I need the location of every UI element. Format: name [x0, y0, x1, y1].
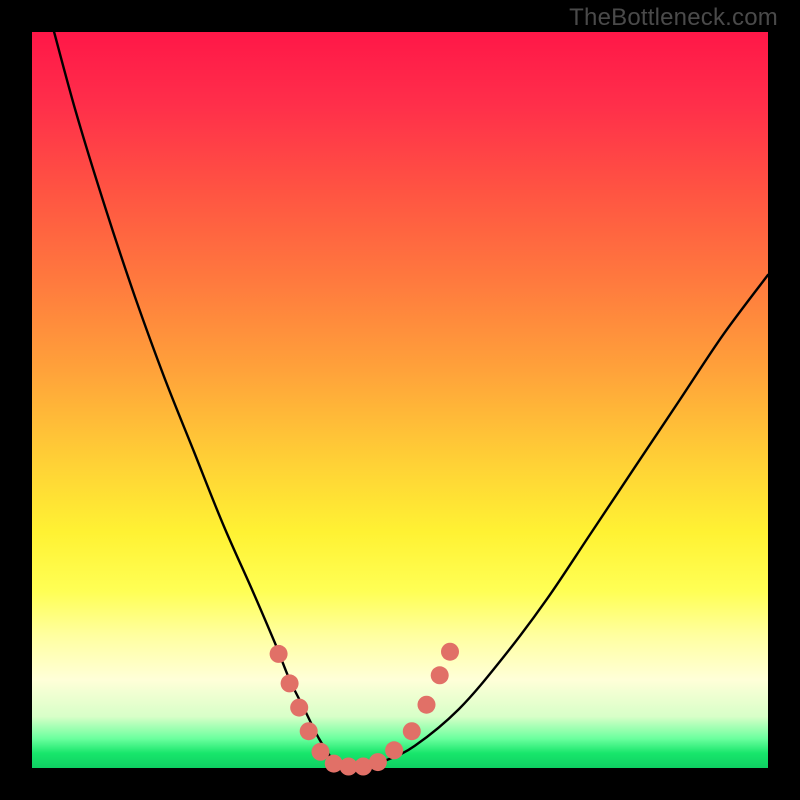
curve-marker — [281, 674, 299, 692]
chart-frame: TheBottleneck.com — [0, 0, 800, 800]
curve-marker — [270, 645, 288, 663]
curve-layer — [32, 32, 768, 768]
curve-marker — [369, 753, 387, 771]
curve-marker — [418, 696, 436, 714]
curve-marker — [300, 722, 318, 740]
watermark-label: TheBottleneck.com — [569, 4, 778, 32]
curve-marker — [403, 722, 421, 740]
bottleneck-curve — [54, 32, 768, 769]
curve-marker — [431, 666, 449, 684]
curve-marker — [385, 741, 403, 759]
curve-marker — [441, 643, 459, 661]
curve-markers — [270, 643, 459, 776]
curve-marker — [290, 699, 308, 717]
